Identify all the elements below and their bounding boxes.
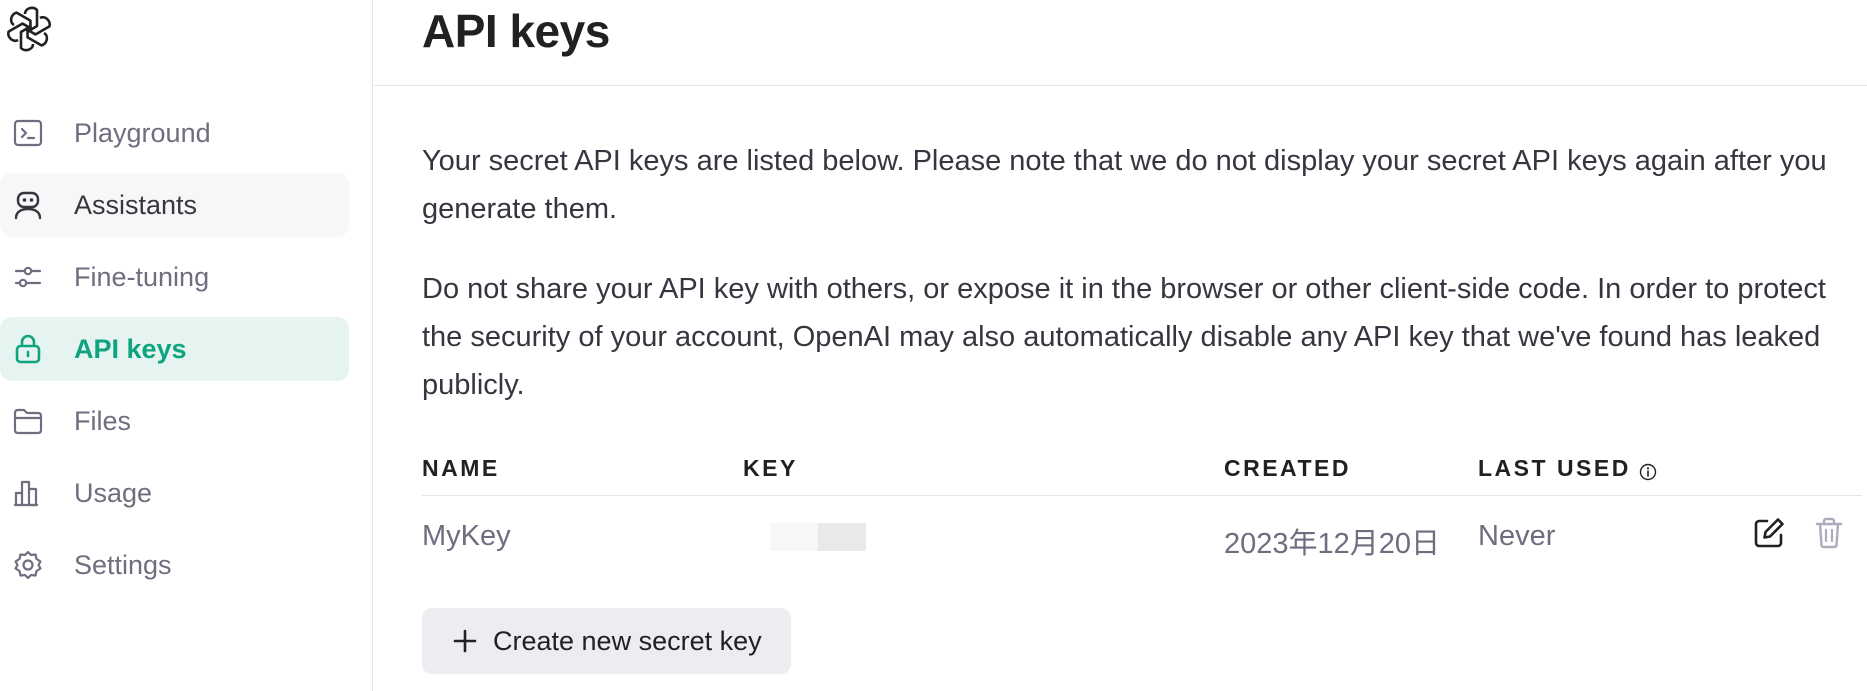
folder-icon: [12, 405, 44, 437]
sidebar-item-files[interactable]: Files: [0, 389, 349, 453]
column-header-created: CREATED: [1224, 455, 1351, 481]
last-used-cell: Never: [1478, 520, 1556, 552]
main-content: API keys Your secret API keys are listed…: [374, 0, 1867, 691]
sidebar-item-playground[interactable]: Playground: [0, 101, 349, 165]
column-header-key: KEY: [743, 455, 798, 481]
page-title: API keys: [422, 5, 610, 57]
sidebar-item-label: Usage: [74, 477, 153, 508]
table-header-divider: [422, 495, 1862, 496]
sidebar-item-fine-tuning[interactable]: Fine-tuning: [0, 245, 349, 309]
sidebar-item-label: Assistants: [74, 189, 198, 220]
lock-icon: [12, 333, 44, 365]
page-header: API keys: [374, 0, 1867, 86]
sidebar-item-label: Files: [74, 405, 132, 436]
sidebar-item-settings[interactable]: Settings: [0, 533, 349, 597]
info-icon[interactable]: [1639, 460, 1657, 480]
sidebar: Playground Assistants Fine-tuning API ke…: [0, 0, 373, 691]
sidebar-item-label: Fine-tuning: [74, 261, 210, 292]
terminal-icon: [12, 117, 44, 149]
sidebar-item-usage[interactable]: Usage: [0, 461, 349, 525]
trash-icon[interactable]: [1811, 515, 1847, 551]
column-header-last-used-label: LAST USED: [1478, 455, 1631, 481]
create-new-secret-key-button[interactable]: Create new secret key: [422, 608, 791, 674]
create-button-label: Create new secret key: [493, 625, 762, 656]
gear-icon: [12, 549, 44, 581]
sidebar-item-label: API keys: [74, 333, 187, 364]
sidebar-nav: Playground Assistants Fine-tuning API ke…: [0, 101, 349, 605]
sidebar-item-assistants[interactable]: Assistants: [0, 173, 349, 237]
redacted-key-cell: [770, 523, 884, 551]
sidebar-item-label: Settings: [74, 549, 172, 580]
bar-chart-icon: [12, 477, 44, 509]
robot-icon: [12, 189, 44, 221]
created-date-cell: 2023年12月20日: [1224, 528, 1441, 560]
edit-icon[interactable]: [1751, 515, 1787, 551]
description-paragraph: Your secret API keys are listed below. P…: [422, 145, 1827, 225]
column-header-last-used: LAST USED: [1478, 455, 1657, 482]
sidebar-item-label: Playground: [74, 117, 211, 148]
plus-icon: [450, 626, 480, 656]
sidebar-item-api-keys[interactable]: API keys: [0, 317, 349, 381]
sliders-icon: [12, 261, 44, 293]
warning-paragraph: Do not share your API key with others, o…: [422, 273, 1826, 401]
key-name-cell: MyKey: [422, 520, 511, 552]
openai-logo-icon[interactable]: [4, 4, 54, 54]
column-header-name: NAME: [422, 455, 500, 481]
